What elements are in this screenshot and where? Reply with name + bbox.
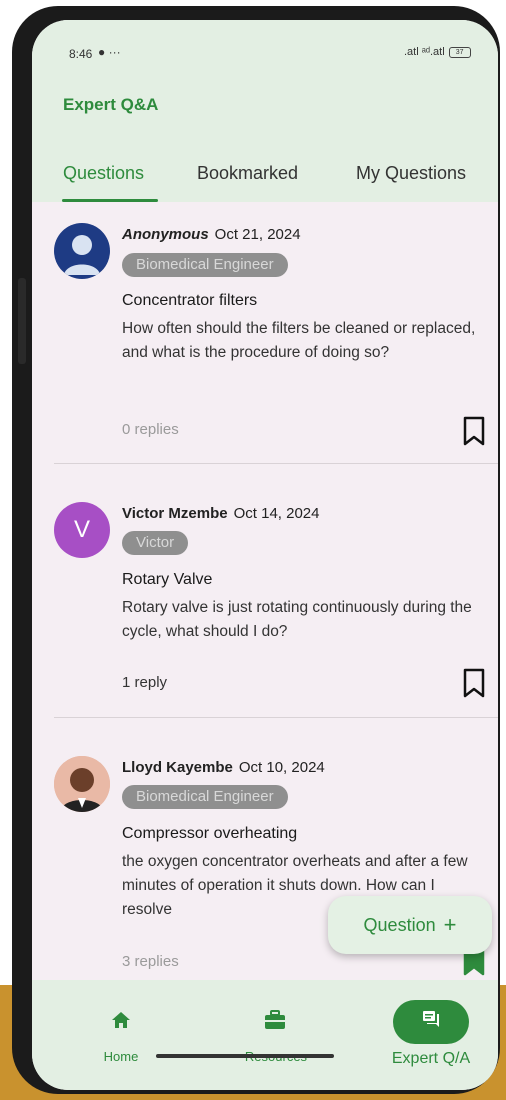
nav-label-expert-qa: Expert Q/A [391, 1050, 471, 1067]
tab-my-questions[interactable]: My Questions [356, 163, 466, 184]
bottom-navigation: Home Resources Expert Q/A [32, 980, 498, 1090]
status-signal: .atl ᵃᵈ.atl 37 [404, 46, 471, 58]
question-title: Concentrator filters [122, 292, 258, 309]
briefcase-icon [265, 1010, 285, 1029]
post-date: Oct 21, 2024 [214, 226, 301, 243]
status-notification-icons: ● ··· [98, 45, 121, 59]
question-body: Rotary valve is just rotating continuous… [122, 599, 472, 640]
reply-count[interactable]: 0 replies [122, 421, 179, 438]
author-name: Anonymous [122, 226, 209, 243]
signal-icon: .atl ᵃᵈ.atl [404, 46, 445, 58]
role-badge: Victor [122, 531, 189, 555]
question-title: Compressor overheating [122, 825, 298, 842]
author-line: Anonymous Oct 21, 2024 [122, 226, 301, 243]
divider [54, 717, 498, 718]
top-app-bar: 8:46 ● ··· .atl ᵃᵈ.atl 37 Expert Q&A Ques… [32, 20, 498, 202]
question-body: How often should the filters be cleaned … [122, 320, 476, 361]
page-title: Expert Q&A [63, 95, 159, 114]
role-badge: Biomedical Engineer [122, 253, 288, 277]
phone-frame: 8:46 ● ··· .atl ᵃᵈ.atl 37 Expert Q&A Ques… [12, 6, 500, 1094]
home-indicator[interactable] [156, 1054, 334, 1058]
fab-label: Question [363, 915, 436, 935]
forum-icon [423, 1011, 439, 1027]
author-line: Lloyd Kayembe Oct 10, 2024 [122, 759, 325, 776]
author-name: Lloyd Kayembe [122, 759, 233, 776]
avatar [54, 223, 110, 279]
avatar [54, 756, 110, 812]
status-time: 8:46 [69, 47, 93, 61]
divider [54, 463, 498, 464]
reply-count[interactable]: 3 replies [122, 953, 179, 970]
anonymous-avatar-icon [64, 235, 100, 275]
app-screen: 8:46 ● ··· .atl ᵃᵈ.atl 37 Expert Q&A Ques… [32, 20, 498, 1090]
author-name: Victor Mzembe [122, 505, 228, 522]
avatar: V [54, 502, 110, 558]
home-icon [112, 1012, 130, 1028]
plus-icon: + [443, 912, 457, 937]
bookmark-icon[interactable] [462, 668, 486, 698]
bookmark-icon[interactable] [462, 416, 486, 446]
battery-icon: 37 [448, 46, 471, 58]
reply-count[interactable]: 1 reply [122, 674, 167, 691]
question-title: Rotary Valve [122, 571, 213, 588]
active-tab-indicator [62, 199, 158, 202]
tab-questions[interactable]: Questions [63, 163, 144, 184]
post-date: Oct 10, 2024 [238, 759, 325, 776]
side-button [18, 278, 26, 364]
author-line: Victor Mzembe Oct 14, 2024 [122, 505, 320, 522]
post-date: Oct 14, 2024 [233, 505, 320, 522]
user-photo-icon [54, 756, 110, 812]
role-badge: Biomedical Engineer [122, 785, 288, 809]
tab-bookmarked[interactable]: Bookmarked [197, 163, 298, 184]
ask-question-button[interactable]: Question + [328, 896, 492, 954]
